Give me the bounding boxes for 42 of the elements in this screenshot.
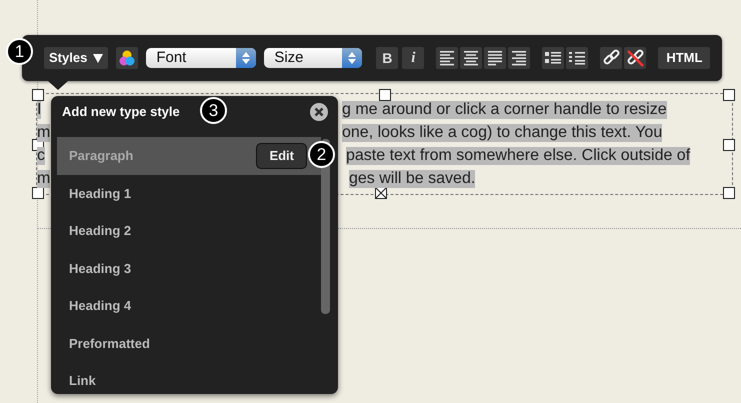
color-button[interactable] — [116, 47, 138, 69]
paragraph-text: paste text from somewhere else. Click outside of — [346, 147, 690, 165]
menu-item[interactable]: Heading 2 — [57, 212, 321, 250]
align-right-button[interactable] — [508, 47, 530, 69]
font-select[interactable]: Font — [146, 48, 256, 68]
align-left-button[interactable] — [436, 47, 458, 69]
resize-handle[interactable] — [723, 187, 735, 199]
styles-button[interactable]: Styles — [44, 47, 108, 69]
numbered-list-button[interactable] — [566, 47, 588, 69]
menu-item[interactable]: Heading 3 — [57, 250, 321, 287]
html-button[interactable]: HTML — [658, 47, 710, 69]
unlink-button[interactable] — [624, 47, 646, 69]
menu-title: Add new type style — [62, 103, 180, 122]
resize-handle[interactable] — [379, 89, 391, 101]
resize-handle[interactable] — [32, 187, 44, 199]
close-button[interactable] — [310, 103, 328, 121]
paragraph-text: c — [37, 147, 45, 165]
resize-handle[interactable] — [723, 89, 735, 101]
size-select[interactable]: Size — [264, 48, 362, 68]
edit-button[interactable]: Edit — [256, 143, 307, 168]
resize-handle[interactable] — [32, 89, 44, 101]
menu-item[interactable]: Preformatted — [57, 324, 321, 362]
delete-handle-icon — [375, 187, 387, 199]
menu-item[interactable]: Link — [57, 362, 321, 394]
menu-item[interactable]: Heading 4 — [57, 287, 321, 324]
link-button[interactable] — [600, 47, 622, 69]
paragraph-text: ges will be saved. — [349, 170, 476, 188]
paragraph-text: I — [37, 101, 42, 119]
paragraph-text: g me around or click a corner handle to resize — [342, 101, 667, 119]
align-center-button[interactable] — [460, 47, 482, 69]
caret-icon — [93, 54, 104, 62]
paragraph-text: m — [37, 170, 50, 188]
paragraph-text: one, looks like a cog) to change this text. You — [342, 124, 662, 142]
italic-button[interactable]: i — [402, 47, 424, 69]
paragraph-text: m — [37, 124, 50, 142]
justify-button[interactable] — [484, 47, 506, 69]
callout-badge: 1 — [6, 38, 33, 65]
stepper-arrows-icon — [348, 52, 356, 64]
bold-button[interactable]: B — [376, 47, 398, 69]
stepper-arrows-icon — [242, 52, 250, 64]
resize-handle[interactable] — [723, 139, 735, 151]
bullet-list-button[interactable] — [542, 47, 564, 69]
